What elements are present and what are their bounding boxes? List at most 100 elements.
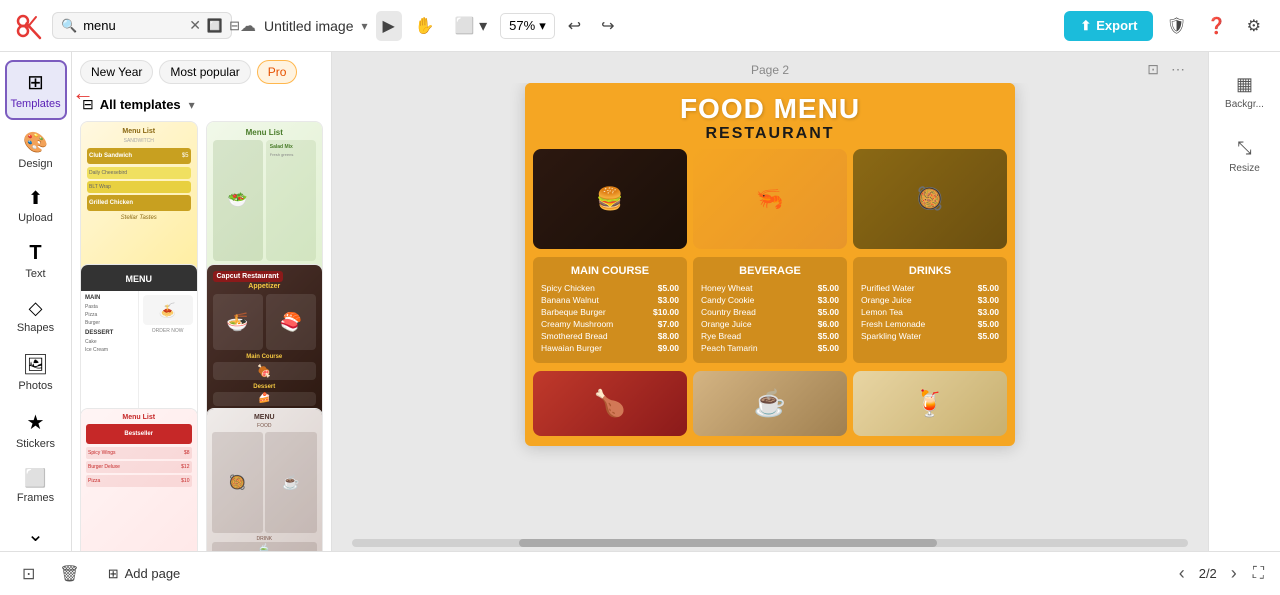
menu-item: Candy Cookie $3.00 xyxy=(701,295,839,305)
zoom-dropdown-icon: ▾ xyxy=(539,18,546,34)
page-copy-button[interactable]: ⊡ xyxy=(1144,58,1162,81)
template-card-3[interactable]: MENU MAIN PastaPizzaBurger DESSERT CakeI… xyxy=(80,264,198,421)
sidebar-item-frames[interactable]: ⬜ Frames xyxy=(5,460,67,512)
template-card-2[interactable]: Menu List 🥗 Salad Mix Fresh greens Appet… xyxy=(206,121,324,278)
fullscreen-button[interactable]: ⛶ xyxy=(1253,565,1264,583)
templates-header-dropdown-icon[interactable]: ▾ xyxy=(189,98,195,112)
menu-item: Orange Juice $3.00 xyxy=(861,295,999,305)
menu-canvas[interactable]: FOOD MENU RESTAURANT 🍔 🦐 🥘 xyxy=(525,83,1015,446)
menu-photos: 🍔 🦐 🥘 xyxy=(525,149,1015,257)
menu-photo-3: 🥘 xyxy=(853,149,1007,249)
canvas-area: Page 2 ⊡ ⋯ FOOD MENU RESTAURANT 🍔 xyxy=(332,52,1208,551)
templates-header: ⊟ All templates ▾ xyxy=(72,92,331,121)
main-course-title: MAIN COURSE xyxy=(541,265,679,277)
add-page-button[interactable]: ⊞ Add page xyxy=(98,561,191,587)
menu-title: FOOD MENU xyxy=(537,93,1003,125)
tab-new-year[interactable]: New Year xyxy=(80,60,153,84)
menu-bottom-photos: 🍗 ☕ 🍹 xyxy=(525,371,1015,446)
template-card-5[interactable]: Menu List Bestseller Spicy Wings$8 Burge… xyxy=(80,408,198,551)
next-page-button[interactable]: › xyxy=(1227,559,1241,588)
topbar: 🔍 ✕ 🔲 ⊟ ☁ Untitled image ▾ ▶ ✋ ⬜ ▾ 57% ▾… xyxy=(0,0,1280,52)
search-box: 🔍 ✕ 🔲 ⊟ xyxy=(52,12,232,39)
background-panel-item[interactable]: ▦ Backgr... xyxy=(1219,68,1270,116)
menu-item: Purified Water $5.00 xyxy=(861,283,999,293)
document-title: Untitled image xyxy=(264,18,354,34)
app-logo[interactable] xyxy=(12,10,44,42)
title-dropdown-arrow[interactable]: ▾ xyxy=(362,19,368,33)
topbar-center: ☁ Untitled image ▾ xyxy=(240,16,368,36)
canvas-wrapper[interactable]: FOOD MENU RESTAURANT 🍔 🦐 🥘 xyxy=(332,83,1208,535)
export-label: Export xyxy=(1096,18,1137,33)
templates-panel: New Year Most popular Pro ⊟ All template… xyxy=(72,52,332,551)
templates-header-title: All templates xyxy=(100,97,181,112)
thumbnail-view-button[interactable]: ⊡ xyxy=(16,558,41,590)
frame-tool-button[interactable]: ⬜ ▾ xyxy=(448,11,494,41)
prev-page-button[interactable]: ‹ xyxy=(1175,559,1189,588)
visual-search-button[interactable]: 🔲 xyxy=(207,18,223,34)
frames-label: Frames xyxy=(17,492,54,504)
menu-item: Smothered Bread $8.00 xyxy=(541,331,679,341)
menu-header: FOOD MENU RESTAURANT xyxy=(525,83,1015,149)
search-input[interactable] xyxy=(83,18,183,33)
filter-button[interactable]: ⊟ xyxy=(229,18,240,34)
help-button[interactable]: ❓ xyxy=(1200,11,1234,41)
sidebar-item-upload[interactable]: ⬆ Upload xyxy=(5,180,67,232)
toolbar-actions: ▶ ✋ ⬜ ▾ 57% ▾ ↩ ↪ xyxy=(376,11,622,41)
page-indicator: 2/2 xyxy=(1199,566,1217,581)
search-icon: 🔍 xyxy=(61,18,77,34)
menu-item: Orange Juice $6.00 xyxy=(701,319,839,329)
menu-photo-2: 🦐 xyxy=(693,149,847,249)
page-label: Page 2 xyxy=(751,63,789,77)
sidebar-more-button[interactable]: ⌄ xyxy=(5,514,67,551)
canvas-scrollbar[interactable] xyxy=(352,539,1188,547)
templates-icon: ⊞ xyxy=(27,70,44,95)
page-more-button[interactable]: ⋯ xyxy=(1168,58,1188,81)
hand-tool-button[interactable]: ✋ xyxy=(408,11,442,41)
template-card-4[interactable]: Capcut Restaurant Appetizer 🍜 🍣 Main Cou… xyxy=(206,264,324,421)
menu-item: Fresh Lemonade $5.00 xyxy=(861,319,999,329)
menu-item: Rye Bread $5.00 xyxy=(701,331,839,341)
food-photo-2: 🦐 xyxy=(693,149,847,249)
undo-button[interactable]: ↩ xyxy=(561,11,588,41)
tab-most-popular[interactable]: Most popular xyxy=(159,60,250,84)
sidebar-item-shapes[interactable]: ◇ Shapes xyxy=(5,290,67,342)
background-label: Backgr... xyxy=(1225,99,1264,110)
settings-button[interactable]: ⚙ xyxy=(1240,11,1268,41)
add-page-label: Add page xyxy=(125,566,181,581)
canvas-top-bar: Page 2 ⊡ ⋯ xyxy=(332,52,1208,83)
add-page-icon: ⊞ xyxy=(108,566,119,582)
zoom-level: 57% xyxy=(509,18,535,33)
template-card-6[interactable]: MENU FOOD 🥘 ☕ DRINK 🍵 xyxy=(206,408,324,551)
bottom-photo-1: 🍗 xyxy=(533,371,687,436)
menu-item: Peach Tamarin $5.00 xyxy=(701,343,839,353)
main-area: ⊞ Templates ← 🎨 Design ⬆ Upload T Text ◇… xyxy=(0,52,1280,551)
sidebar-item-photos[interactable]: 🖼 Photos xyxy=(5,344,67,400)
menu-item: Hawaian Burger $9.00 xyxy=(541,343,679,353)
zoom-control[interactable]: 57% ▾ xyxy=(500,13,555,39)
menu-item: Sparkling Water $5.00 xyxy=(861,331,999,341)
menu-item: Lemon Tea $3.00 xyxy=(861,307,999,317)
sidebar-item-stickers[interactable]: ★ Stickers xyxy=(5,402,67,458)
menu-item: Honey Wheat $5.00 xyxy=(701,283,839,293)
photos-label: Photos xyxy=(18,380,52,392)
templates-grid: Menu List SANDWITCH Club Sandwich$5 Dail… xyxy=(72,121,331,551)
shapes-icon: ◇ xyxy=(29,298,43,319)
canvas-scrollbar-thumb[interactable] xyxy=(519,539,937,547)
sidebar-item-text[interactable]: T Text xyxy=(5,234,67,288)
sidebar-item-design[interactable]: 🎨 Design xyxy=(5,122,67,178)
delete-page-button[interactable]: 🗑 xyxy=(53,558,85,590)
select-tool-button[interactable]: ▶ xyxy=(376,11,402,41)
tab-pro[interactable]: Pro xyxy=(257,60,298,84)
export-button[interactable]: ⬆ Export xyxy=(1064,11,1153,41)
shield-icon-button[interactable]: 🛡 xyxy=(1159,11,1193,41)
resize-panel-item[interactable]: ⤡ Resize xyxy=(1223,132,1266,180)
menu-item: Country Bread $5.00 xyxy=(701,307,839,317)
clear-search-button[interactable]: ✕ xyxy=(189,17,201,34)
template-card-1[interactable]: Menu List SANDWITCH Club Sandwich$5 Dail… xyxy=(80,121,198,278)
beverage-title: BEVERAGE xyxy=(701,265,839,277)
right-panel: ▦ Backgr... ⤡ Resize xyxy=(1208,52,1280,551)
design-icon: 🎨 xyxy=(23,130,48,155)
sidebar-item-templates[interactable]: ⊞ Templates xyxy=(5,60,67,120)
redo-button[interactable]: ↪ xyxy=(594,11,621,41)
templates-header-icon: ⊟ xyxy=(82,96,94,113)
